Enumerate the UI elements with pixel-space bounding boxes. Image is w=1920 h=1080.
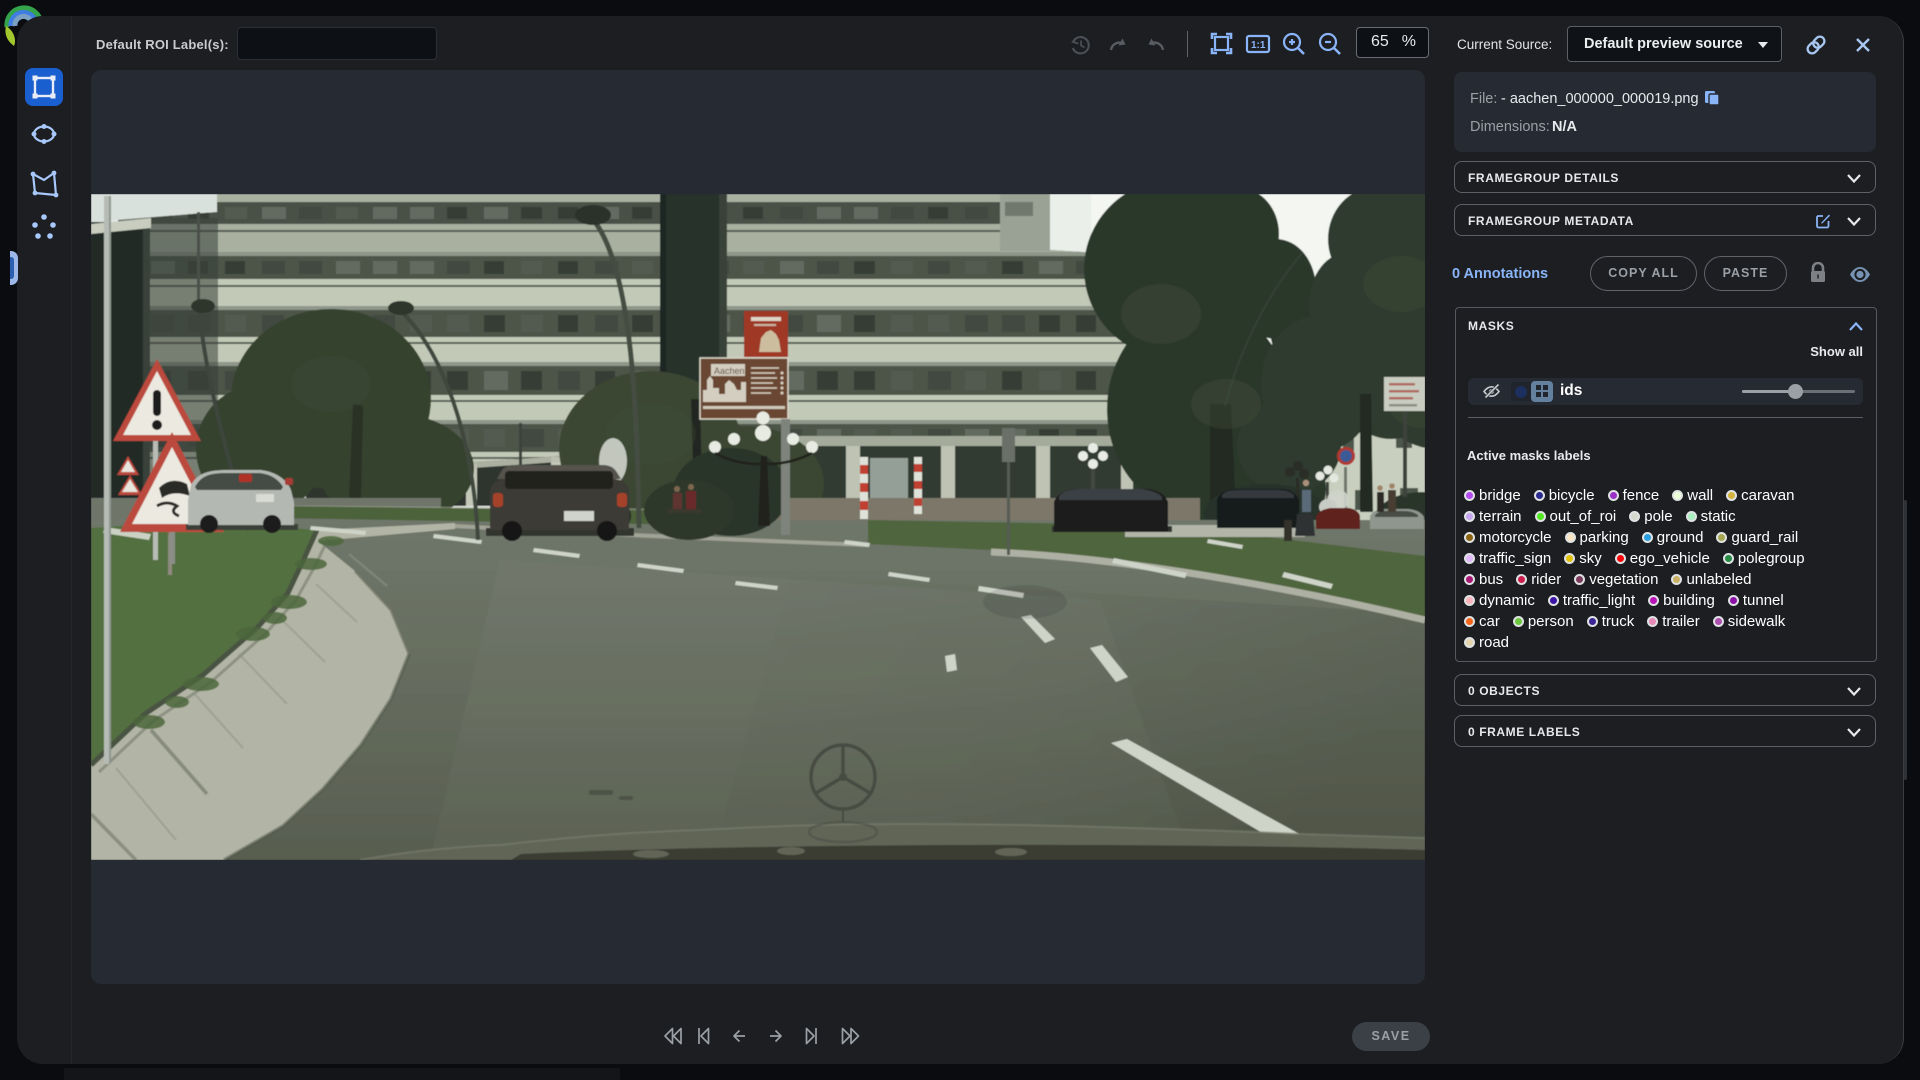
svg-text:1:1: 1:1 xyxy=(1251,40,1266,51)
svg-text:Aachen: Aachen xyxy=(714,366,745,376)
